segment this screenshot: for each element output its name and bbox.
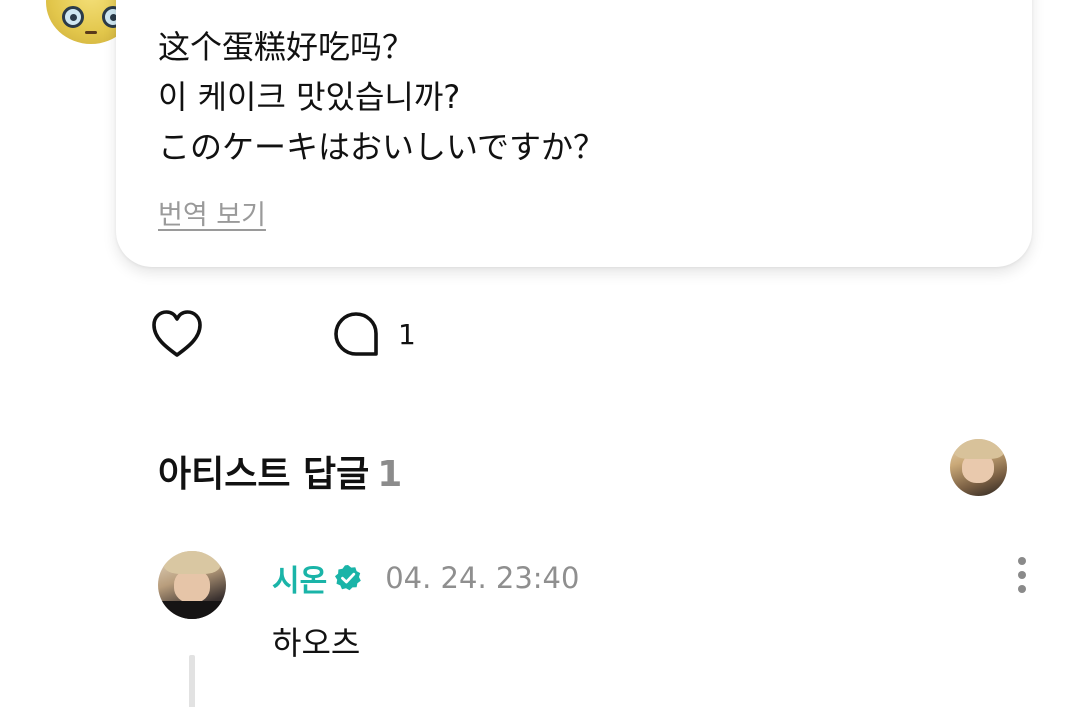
avatar-face <box>174 569 210 603</box>
post-line-japanese: このケーキはおいしいですか？ <box>158 128 606 166</box>
avatar-hair <box>954 439 1004 459</box>
post-line-chinese: 这个蛋糕好吃吗？ <box>158 28 415 66</box>
comment-text: 하오츠 <box>272 624 361 662</box>
avatar-mouth <box>85 31 97 34</box>
comment-count: 1 <box>398 317 416 351</box>
more-dot <box>1018 585 1026 593</box>
comment-timestamp: 04. 24. 23:40 <box>385 561 580 595</box>
artist-reply-title: 아티스트 답글 <box>158 454 370 495</box>
like-button[interactable] <box>148 307 206 361</box>
more-vertical-icon[interactable] <box>1008 553 1036 597</box>
comment-author-name[interactable]: 시온 <box>272 556 327 600</box>
more-dot <box>1018 557 1026 565</box>
avatar-hair <box>164 551 220 574</box>
comment-button[interactable]: 1 <box>332 309 416 359</box>
post-body: 这个蛋糕好吃吗？ 이 케이크 맛있습니까? このケーキはおいしいですか？ <box>158 22 605 172</box>
comment-author-avatar[interactable] <box>158 551 226 619</box>
post-actions: 1 <box>0 307 1080 361</box>
comment-meta: 시온 04. 24. 23:40 <box>272 556 580 600</box>
artist-reply-header: 아티스트 답글 1 <box>158 445 402 497</box>
post-line-korean: 이 케이크 맛있습니까? <box>158 78 461 116</box>
artist-avatar-small[interactable] <box>950 439 1007 496</box>
verified-badge-icon <box>335 565 362 591</box>
translate-link[interactable]: 번역 보기 <box>158 193 266 232</box>
comment-bubble-icon <box>334 312 378 356</box>
heart-icon <box>152 310 202 357</box>
reply-thread-line <box>189 655 195 707</box>
avatar-eye-left <box>62 6 84 28</box>
more-dot <box>1018 571 1026 579</box>
artist-reply-count: 1 <box>377 454 403 495</box>
post-detail-page: 这个蛋糕好吃吗？ 이 케이크 맛있습니까? このケーキはおいしいですか？ 번역 … <box>0 0 1080 707</box>
avatar-shirt <box>158 601 226 619</box>
